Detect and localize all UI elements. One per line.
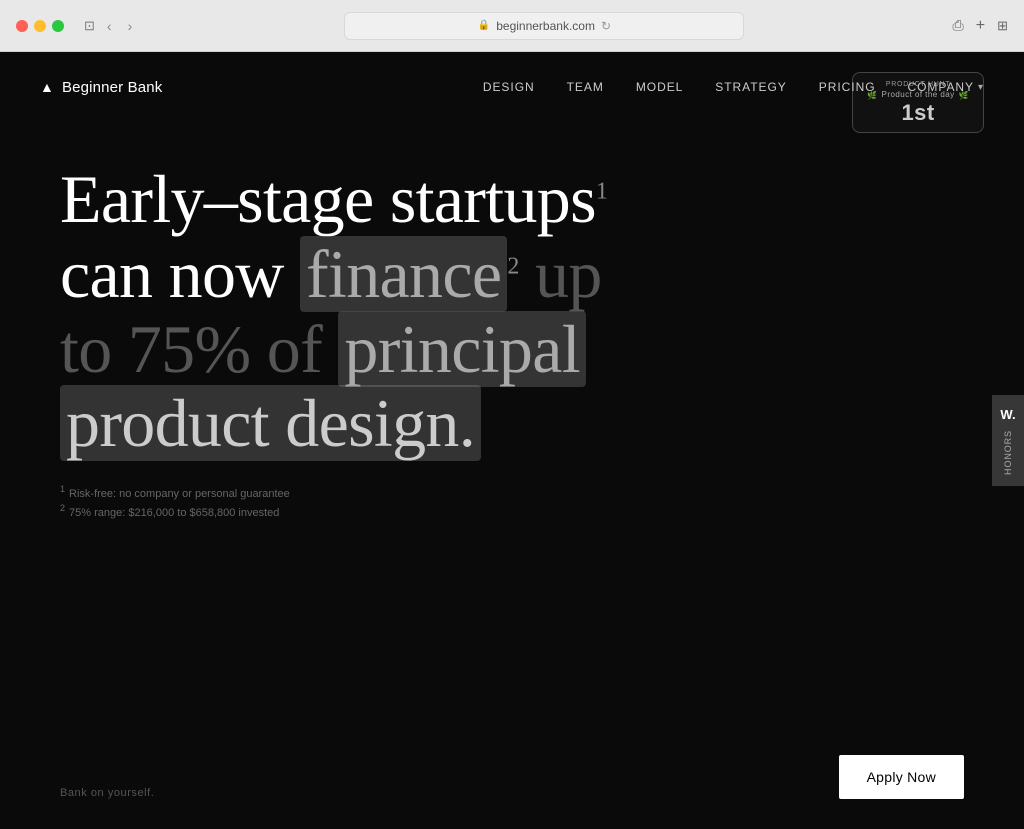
hero-line-1: Early–stage startups1 [60,162,680,237]
traffic-light-yellow[interactable] [34,20,46,32]
logo[interactable]: ▲ Beginner Bank [40,79,162,96]
hero-line-4: product design. [60,386,680,461]
footnote-2-text: 75% range: $216,000 to $658,800 invested [69,504,279,523]
hero-line-3: to 75% of principal [60,312,680,387]
side-panel[interactable]: W. Honors [992,395,1024,487]
footer-area: Bank on yourself. Apply Now [60,755,964,799]
traffic-light-red[interactable] [16,20,28,32]
browser-navigation: ⊡ ‹ › [84,16,136,36]
nav-company-label: COMPANY [908,80,975,94]
footnote-2: 2 75% range: $216,000 to $658,800 invest… [60,504,964,523]
apply-now-button[interactable]: Apply Now [839,755,964,799]
navbar: ▲ Beginner Bank DESIGN TEAM MODEL STRATE… [0,52,1024,122]
hero-text-to-75: to 75% of [60,311,338,387]
back-button[interactable]: ‹ [103,16,116,36]
hero-sup-1: 1 [596,178,607,204]
tabs-icon[interactable]: ⊞ [997,18,1008,34]
address-bar[interactable]: 🔒 beginnerbank.com ↻ [344,12,744,40]
hero-text-principal: principal [338,311,586,387]
footnote-2-num: 2 [60,504,65,513]
reload-icon[interactable]: ↻ [601,19,611,33]
share-icon[interactable]: ⎙ [953,17,964,34]
browser-chrome: ⊡ ‹ › 🔒 beginnerbank.com ↻ ⎙ + ⊞ [0,0,1024,52]
nav-design[interactable]: DESIGN [483,80,535,94]
hero-text-up: up [519,236,602,312]
lock-icon: 🔒 [478,20,490,31]
new-tab-icon[interactable]: + [976,17,985,35]
nav-links: DESIGN TEAM MODEL STRATEGY PRICING COMPA… [483,80,984,94]
nav-pricing[interactable]: PRICING [819,80,876,94]
footnote-1: 1 Risk-free: no company or personal guar… [60,485,964,504]
chevron-down-icon: ▾ [978,82,984,93]
window-icon: ⊡ [84,18,95,34]
hero-line-2: can now finance2 up [60,237,680,312]
hero-text-product-design: product design. [60,385,481,461]
tagline: Bank on yourself. [60,787,154,799]
website: ▲ Beginner Bank DESIGN TEAM MODEL STRATE… [0,52,1024,829]
url-text: beginnerbank.com [496,19,595,33]
hero-sup-2: 2 [507,253,518,279]
traffic-lights [16,20,64,32]
logo-text: Beginner Bank [62,79,162,96]
hero-text-early-stage: Early–stage startups [60,161,596,237]
side-panel-letter: W. [1000,407,1015,422]
footnotes: 1 Risk-free: no company or personal guar… [60,485,964,522]
hero-section: Early–stage startups1 can now finance2 u… [0,122,1024,523]
browser-right-controls: ⎙ + ⊞ [953,17,1008,35]
nav-model[interactable]: MODEL [636,80,683,94]
hero-text-finance: finance [300,236,507,312]
footnote-1-num: 1 [60,485,65,494]
forward-button[interactable]: › [124,16,137,36]
nav-team[interactable]: TEAM [567,80,604,94]
logo-icon: ▲ [40,79,54,95]
nav-strategy[interactable]: STRATEGY [715,80,786,94]
hero-text-can-now: can now [60,236,300,312]
side-panel-honors: Honors [1003,430,1013,475]
traffic-light-green[interactable] [52,20,64,32]
nav-company[interactable]: COMPANY ▾ [908,80,985,94]
hero-headline: Early–stage startups1 can now finance2 u… [60,162,680,461]
footnote-1-text: Risk-free: no company or personal guaran… [69,485,290,504]
